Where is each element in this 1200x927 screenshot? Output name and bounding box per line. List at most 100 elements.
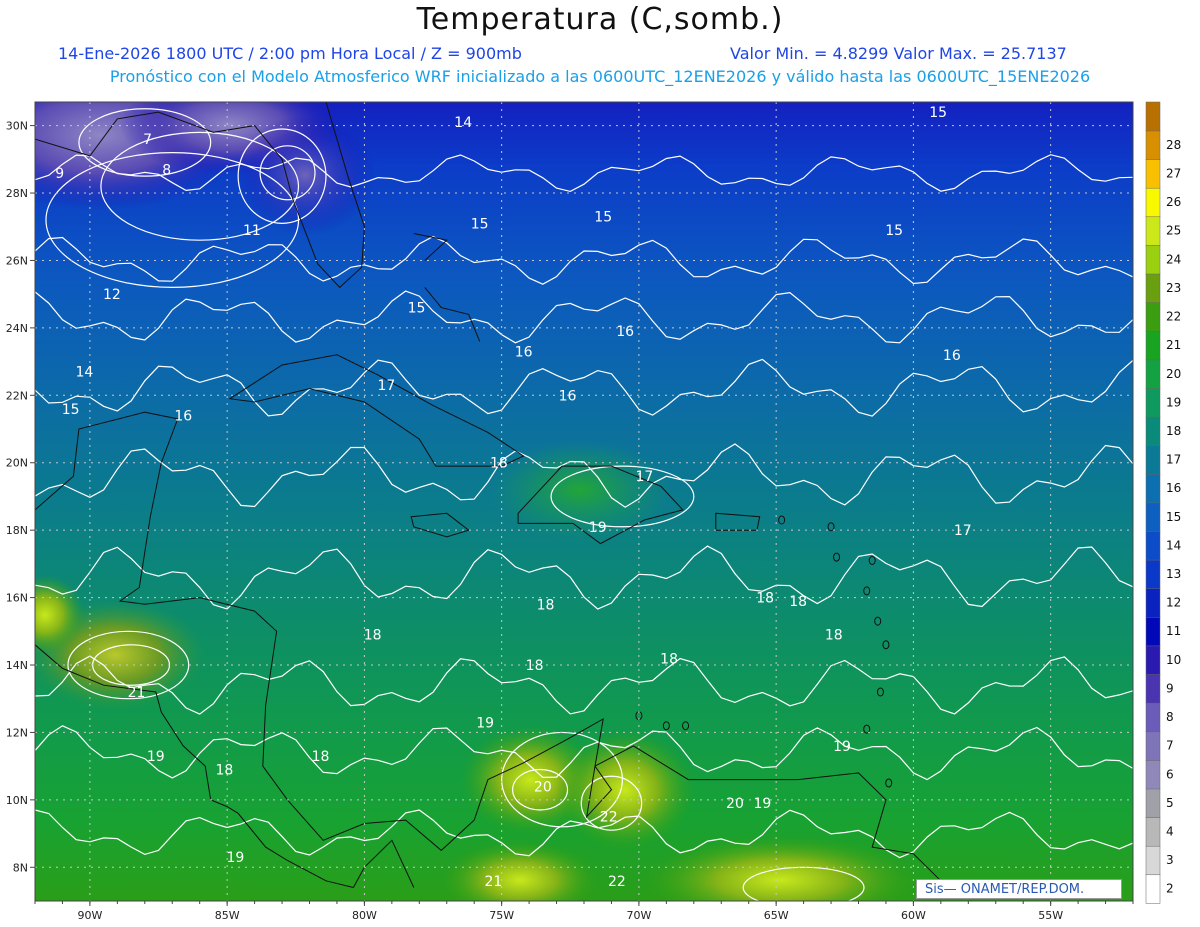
- colorbar-label: 3: [1166, 853, 1174, 867]
- plot-area: 7 9 8 11 12 14 15 16 14 15 15 15 16 16 16 15 15 16 17 18 17 1…: [35, 102, 1133, 901]
- colorbar-swatch: [1145, 130, 1161, 160]
- y-tick-label: 8N: [13, 861, 28, 874]
- colorbar-label: 4: [1166, 825, 1174, 839]
- x-tick-label: 75W: [489, 909, 514, 922]
- x-tick-label: 85W: [215, 909, 240, 922]
- colorbar-label: 16: [1166, 481, 1181, 495]
- colorbar-label: 13: [1166, 567, 1181, 581]
- colorbar-swatch: [1145, 101, 1161, 132]
- colorbar-swatch: [1145, 473, 1161, 504]
- colorbar-swatch: [1145, 816, 1161, 847]
- contour-label: 22: [608, 874, 626, 890]
- x-tick-label: 80W: [352, 909, 377, 922]
- contour-label: 12: [103, 287, 121, 303]
- y-tick-label: 20N: [6, 457, 28, 470]
- colorbar-label: 28: [1166, 138, 1181, 152]
- y-tick-label: 22N: [6, 389, 28, 402]
- colorbar-swatch: [1145, 445, 1161, 475]
- y-tick-label: 16N: [6, 592, 28, 605]
- contour-label: 14: [454, 115, 472, 131]
- y-tick-label: 14N: [6, 659, 28, 672]
- colorbar-label: 21: [1166, 338, 1181, 352]
- colorbar-swatch: [1145, 302, 1161, 332]
- colorbar-label: 22: [1166, 310, 1181, 324]
- colorbar-swatch: [1145, 216, 1161, 246]
- colorbar-swatch: [1145, 187, 1161, 218]
- contour-label: 18: [364, 628, 382, 644]
- y-tick-label: 24N: [6, 322, 28, 335]
- temperature-map: 7 9 8 11 12 14 15 16 14 15 15 15 16 16 16 15 15 16 17 18 17 1…: [6, 101, 1181, 922]
- colorbar-swatch: [1145, 759, 1161, 790]
- contour-label: 7: [143, 132, 152, 148]
- colorbar-label: 19: [1166, 395, 1181, 409]
- colorbar-label: 9: [1166, 681, 1174, 695]
- contour-label: 16: [559, 388, 577, 404]
- y-tick-label: 26N: [6, 254, 28, 267]
- contour-label: 17: [954, 523, 972, 539]
- colorbar-swatch: [1145, 588, 1161, 618]
- contour-label: 16: [174, 409, 192, 425]
- y-tick-label: 30N: [6, 120, 28, 133]
- contour-label: 19: [589, 520, 607, 536]
- colorbar-label: 25: [1166, 224, 1181, 238]
- x-tick-label: 60W: [901, 909, 926, 922]
- contour-label: 18: [537, 597, 555, 613]
- contour-label: 15: [929, 105, 947, 121]
- x-axis-ticks: 90W 85W 80W 75W 70W 65W 60W 55W: [34, 901, 1134, 922]
- contour-label: 11: [243, 223, 261, 239]
- contour-label: 21: [485, 874, 503, 890]
- colorbar-swatch: [1145, 874, 1161, 904]
- colorbar-label: 26: [1166, 195, 1181, 209]
- colorbar-label: 2: [1166, 882, 1174, 896]
- colorbar-label: 20: [1166, 367, 1181, 381]
- colorbar-label: 11: [1166, 624, 1181, 638]
- colorbar-label: 12: [1166, 596, 1181, 610]
- y-tick-label: 10N: [6, 794, 28, 807]
- contour-label: 15: [408, 301, 426, 317]
- colorbar-label: 7: [1166, 739, 1174, 753]
- y-tick-label: 18N: [6, 524, 28, 537]
- contour-label: 16: [943, 348, 961, 364]
- colorbar-label: 8: [1166, 710, 1174, 724]
- colorbar-label: 10: [1166, 653, 1181, 667]
- credit-label: Sis— ONAMET/REP.DOM.: [916, 879, 1122, 899]
- contour-label: 20: [534, 779, 552, 795]
- contour-label: 19: [226, 850, 244, 866]
- contour-label: 15: [62, 402, 80, 418]
- contour-label: 20: [726, 796, 744, 812]
- y-axis-ticks: 8N 10N 12N 14N 16N 18N 20N 22N 24N 26N 28N 30N: [6, 120, 35, 874]
- contour-label: 19: [754, 796, 772, 812]
- contour-label: 18: [825, 628, 843, 644]
- contour-label: 18: [756, 591, 774, 607]
- colorbar-swatch: [1145, 616, 1161, 647]
- colorbar-swatch: [1145, 559, 1161, 589]
- x-tick-label: 70W: [626, 909, 651, 922]
- colorbar-swatch: [1145, 673, 1161, 704]
- colorbar-swatch: [1145, 273, 1161, 303]
- contour-label: 16: [515, 344, 533, 360]
- contour-label: 15: [885, 223, 903, 239]
- colorbar-label: 6: [1166, 767, 1174, 781]
- contour-label: 16: [616, 324, 634, 340]
- contour-label: 18: [789, 594, 807, 610]
- colorbar-label: 24: [1166, 252, 1181, 266]
- y-tick-label: 12N: [6, 726, 28, 739]
- contour-label: 9: [55, 166, 64, 182]
- colorbar-swatch: [1145, 330, 1161, 361]
- colorbar-label: 14: [1166, 538, 1181, 552]
- colorbar-swatch: [1145, 387, 1161, 418]
- contour-label: 19: [833, 739, 851, 755]
- colorbar-swatch: [1145, 788, 1161, 818]
- contour-label: 17: [377, 378, 395, 394]
- x-tick-label: 90W: [77, 909, 102, 922]
- contour-label: 17: [635, 469, 653, 485]
- colorbar: 2345678910111213141516171819202122232425…: [1145, 101, 1181, 904]
- x-tick-label: 55W: [1038, 909, 1063, 922]
- contour-label: 19: [476, 715, 494, 731]
- colorbar-label: 23: [1166, 281, 1181, 295]
- contour-label: 22: [600, 810, 618, 826]
- x-tick-label: 65W: [764, 909, 789, 922]
- colorbar-swatch: [1145, 359, 1161, 389]
- colorbar-swatch: [1145, 702, 1161, 733]
- contour-label: 18: [312, 749, 330, 765]
